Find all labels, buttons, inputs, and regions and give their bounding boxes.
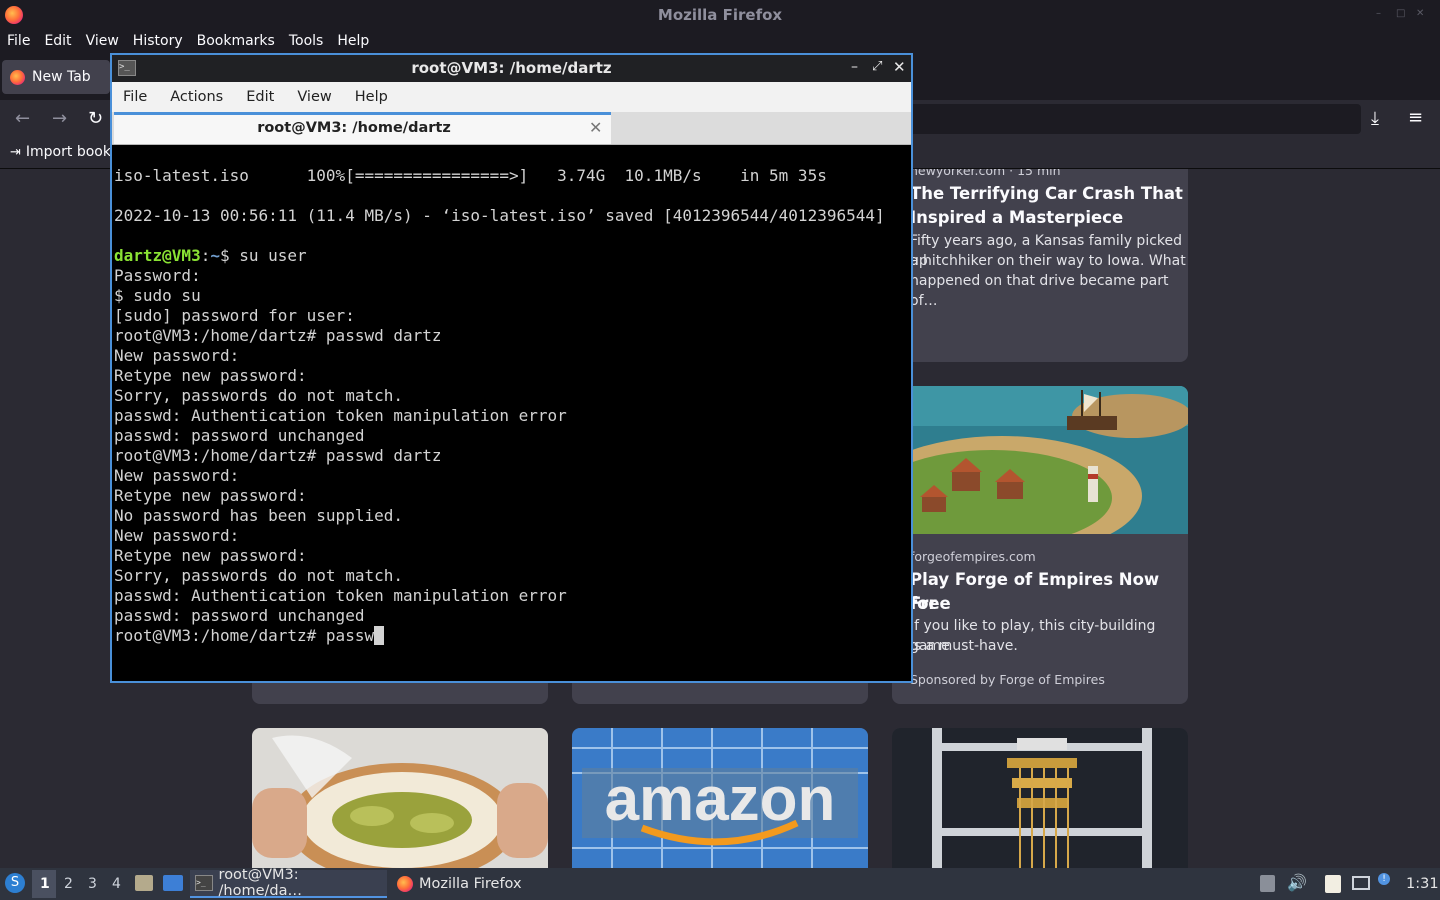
story-card-quantum[interactable] bbox=[892, 728, 1188, 868]
card-image-island-village bbox=[892, 386, 1188, 534]
menu-history[interactable]: History bbox=[126, 30, 190, 54]
maximize-icon[interactable]: □ bbox=[1396, 9, 1406, 19]
maximize-icon[interactable]: ⤢ bbox=[872, 59, 882, 74]
firefox-menubar: File Edit View History Bookmarks Tools H… bbox=[0, 30, 1440, 54]
taskbar: S 1 2 3 4 >_ root@VM3: /home/da… Mozilla… bbox=[0, 867, 1440, 900]
terminal-tab-label: root@VM3: /home/dartz bbox=[257, 120, 451, 136]
sponsored-card-forgeofempires[interactable]: forgeofempires.com Play Forge of Empires… bbox=[892, 386, 1188, 704]
reload-icon[interactable]: ↻ bbox=[88, 108, 103, 129]
card-image-sandwich bbox=[252, 728, 548, 868]
terminal-app-icon: >_ bbox=[195, 875, 213, 891]
prompt-user: dartz@VM3 bbox=[114, 246, 201, 265]
card-image-quantum-computer bbox=[892, 728, 1188, 868]
terminal-tab[interactable]: root@VM3: /home/dartz ✕ bbox=[114, 112, 611, 144]
card-image-amazon-building: amazon bbox=[572, 728, 868, 868]
taskbar-item-label: root@VM3: /home/da… bbox=[218, 867, 303, 899]
workspace-2[interactable]: 2 bbox=[64, 876, 73, 892]
firefox-window-title: Mozilla Firefox bbox=[657, 6, 783, 24]
terminal-text: iso-latest.iso 100%[================>] 3… bbox=[114, 166, 885, 645]
hamburger-menu-icon[interactable]: ≡ bbox=[1408, 107, 1423, 128]
firefox-app-icon bbox=[397, 876, 413, 892]
tab-label: New Tab bbox=[32, 69, 91, 85]
terminal-line: $ su user bbox=[219, 246, 307, 265]
taskbar-item-terminal[interactable]: >_ root@VM3: /home/da… bbox=[190, 867, 387, 899]
terminal-menubar: File Actions Edit View Help bbox=[112, 82, 911, 112]
import-bookmarks-button[interactable]: ⇥ Import book bbox=[10, 144, 111, 160]
current-command-line: root@VM3:/home/dartz# passw bbox=[114, 626, 375, 645]
downloads-icon[interactable]: ⤓ bbox=[1371, 108, 1379, 129]
menu-help[interactable]: Help bbox=[330, 30, 376, 54]
show-desktop-icon[interactable] bbox=[163, 875, 183, 891]
terminal-menu-view[interactable]: View bbox=[286, 82, 343, 112]
terminal-menu-help[interactable]: Help bbox=[344, 82, 400, 112]
tab-new-tab[interactable]: New Tab bbox=[2, 60, 110, 94]
back-arrow-icon[interactable]: ← bbox=[15, 108, 30, 129]
network-icon[interactable] bbox=[1352, 876, 1370, 890]
story-card-sandwich[interactable] bbox=[252, 728, 548, 868]
tab-close-icon[interactable]: ✕ bbox=[589, 118, 602, 137]
start-menu-icon[interactable]: S bbox=[5, 873, 25, 893]
import-bookmarks-label: Import book bbox=[25, 144, 111, 160]
url-bar[interactable] bbox=[906, 104, 1361, 134]
text-cursor bbox=[374, 626, 385, 645]
menu-bookmarks[interactable]: Bookmarks bbox=[190, 30, 282, 54]
menu-tools[interactable]: Tools bbox=[282, 30, 331, 54]
terminal-line: iso-latest.iso 100%[================>] 3… bbox=[114, 166, 827, 185]
card-source: newyorker.com · 15 min bbox=[910, 169, 1061, 178]
clipboard-icon[interactable] bbox=[1260, 875, 1275, 892]
menu-view[interactable]: View bbox=[79, 30, 126, 54]
terminal-output[interactable]: iso-latest.iso 100%[================>] 3… bbox=[112, 145, 911, 681]
sponsor-label: Sponsored by Forge of Empires bbox=[910, 672, 1105, 687]
workspace-4[interactable]: 4 bbox=[112, 876, 121, 892]
terminal-window[interactable]: >_ root@VM3: /home/dartz – ⤢ ✕ File Acti… bbox=[110, 53, 913, 683]
svg-text:amazon: amazon bbox=[605, 765, 836, 834]
card-source: forgeofempires.com bbox=[910, 549, 1036, 564]
terminal-lines: Password: $ sudo su [sudo] password for … bbox=[114, 266, 567, 625]
import-icon: ⇥ bbox=[10, 144, 21, 160]
file-manager-icon[interactable] bbox=[135, 875, 153, 891]
prompt-path: ~ bbox=[210, 246, 220, 265]
story-card-amazon[interactable]: amazon bbox=[572, 728, 868, 868]
card-title-line1: The Terrifying Car Crash That bbox=[910, 184, 1183, 203]
workspace-1[interactable]: 1 bbox=[40, 876, 50, 892]
terminal-menu-actions[interactable]: Actions bbox=[159, 82, 235, 112]
clock[interactable]: 1:31 bbox=[1406, 876, 1439, 892]
notes-icon[interactable] bbox=[1325, 875, 1341, 893]
card-title-line1: Play Forge of Empires Now for bbox=[910, 570, 1160, 613]
workspace-3[interactable]: 3 bbox=[88, 876, 97, 892]
close-icon[interactable]: ✕ bbox=[1416, 9, 1426, 19]
terminal-window-title: root@VM3: /home/dartz bbox=[411, 59, 612, 77]
card-title-line2: Inspired a Masterpiece bbox=[910, 208, 1124, 227]
firefox-window-controls: – □ ✕ bbox=[1376, 9, 1426, 19]
taskbar-item-label: Mozilla Firefox bbox=[419, 876, 522, 892]
terminal-line: 2022-10-13 00:56:11 (11.4 MB/s) - ‘iso-l… bbox=[114, 206, 885, 225]
minimize-icon[interactable]: – bbox=[851, 59, 858, 75]
card-desc-line2: a hitchhiker on their way to Iowa. What bbox=[910, 253, 1186, 269]
forward-arrow-icon[interactable]: → bbox=[52, 108, 67, 129]
firefox-tab-icon bbox=[10, 69, 25, 85]
close-icon[interactable]: ✕ bbox=[893, 58, 906, 76]
story-card-newyorker[interactable]: newyorker.com · 15 min The Terrifying Ca… bbox=[892, 169, 1188, 362]
card-desc-line2: is a must-have. bbox=[910, 638, 1018, 654]
card-desc-line3: happened on that drive became part of… bbox=[910, 273, 1169, 309]
terminal-menu-edit[interactable]: Edit bbox=[235, 82, 286, 112]
terminal-tabbar: root@VM3: /home/dartz ✕ bbox=[112, 112, 911, 145]
notification-icon[interactable]: ! bbox=[1378, 873, 1390, 885]
menu-edit[interactable]: Edit bbox=[37, 30, 78, 54]
taskbar-item-firefox[interactable]: Mozilla Firefox bbox=[392, 870, 532, 898]
minimize-icon[interactable]: – bbox=[1376, 9, 1386, 19]
volume-icon[interactable]: 🔊 bbox=[1287, 873, 1307, 892]
card-title-line2: Free bbox=[910, 594, 951, 613]
menu-file[interactable]: File bbox=[0, 30, 37, 54]
terminal-menu-file[interactable]: File bbox=[112, 82, 159, 112]
